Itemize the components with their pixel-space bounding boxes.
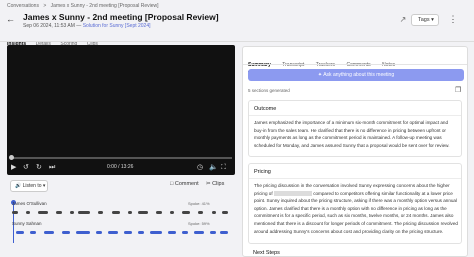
fullscreen-icon[interactable]: ⛶ (221, 163, 226, 172)
speaker-track-sunny[interactable] (12, 231, 230, 235)
talk-segment (150, 231, 162, 234)
clips-button[interactable]: ✂ Clips (206, 181, 224, 187)
talk-segment (96, 231, 102, 234)
speaker-stat-sunny: Spoke: 59% (188, 221, 210, 226)
more-icon[interactable]: ⋮ (446, 14, 460, 26)
talk-segment (44, 231, 54, 234)
chevron-down-icon: ▾ (42, 183, 46, 189)
talk-segment (26, 211, 30, 214)
share-icon[interactable]: ↗ (398, 14, 408, 26)
talk-segment (76, 231, 90, 234)
volume-icon[interactable]: 🔈 (209, 163, 218, 172)
talk-segment (170, 211, 174, 214)
talk-segment (220, 231, 228, 234)
scissors-icon: ✂ (206, 181, 211, 187)
talk-segment (38, 211, 48, 214)
speaker-stat-james: Spoke: 41% (188, 201, 210, 206)
page-title: James x Sunny - 2nd meeting [Proposal Re… (23, 12, 219, 22)
talk-segment (16, 231, 24, 234)
talk-segment (156, 211, 162, 214)
talk-segment (12, 211, 18, 214)
section-card-outcome: Outcome James emphasized the importance … (248, 100, 462, 157)
talk-segment (194, 231, 204, 234)
subline-separator: — (76, 23, 82, 29)
play-icon[interactable]: ▶ (11, 163, 16, 172)
speaker-icon: 🔊 (15, 183, 22, 189)
section-card-pricing: Pricing The pricing discussion in the co… (248, 163, 462, 244)
talk-segment (78, 211, 90, 214)
comment-icon: □ (170, 181, 174, 187)
video-player[interactable]: ▶ ↺ ↻ ⏭ 0:00 / 13:26 ◷ 🔈 ⛶ (7, 45, 235, 175)
section-body: The pricing discussion in the conversati… (254, 182, 458, 235)
section-title-next-steps: Next Steps (253, 250, 280, 256)
listen-label: Listen to (22, 183, 42, 189)
video-progress-bar[interactable] (9, 155, 232, 160)
tags-dropdown[interactable]: Tags ▾ (411, 14, 439, 26)
panel-tabs-divider (243, 64, 467, 65)
speaker-name-james: James O'Sullivan (12, 201, 47, 206)
forward-icon[interactable]: ↻ (36, 163, 42, 172)
video-time: 0:00 / 13:26 (107, 164, 134, 170)
breadcrumb-conversations[interactable]: Conversations (7, 3, 39, 9)
talk-segment (182, 211, 190, 214)
ask-label: Ask anything about this meeting (323, 72, 395, 78)
speaker-name-sunny: Sunny Sahnan (12, 221, 42, 226)
talk-segment (98, 211, 103, 214)
talk-segment (222, 211, 228, 214)
section-divider (249, 178, 461, 179)
chevron-down-icon: ▾ (431, 17, 434, 23)
breadcrumb: Conversations > James x Sunny - 2nd meet… (7, 3, 162, 9)
deal-link[interactable]: Solution for Sunny [Sept 2024] (83, 23, 151, 29)
breadcrumb-separator: > (43, 3, 47, 9)
section-divider (249, 115, 461, 116)
talk-segment (128, 211, 132, 214)
talk-segment (138, 211, 148, 214)
skip-icon[interactable]: ⏭ (49, 163, 55, 172)
breadcrumb-current: James x Sunny - 2nd meeting [Proposal Re… (50, 3, 159, 9)
talk-segment (210, 231, 216, 234)
section-title: Pricing (254, 169, 271, 175)
talk-segment (112, 211, 120, 214)
speaker-track-james[interactable] (12, 211, 230, 215)
talk-segment (70, 211, 74, 214)
meeting-date: Sep 06 2024, 11:53 AM (23, 23, 75, 29)
talk-segment (182, 231, 188, 234)
talk-segment (198, 211, 203, 214)
summary-panel: Summary Transcript Trackers Comments Not… (242, 46, 468, 257)
comment-button[interactable]: □ Comment (170, 181, 199, 187)
section-body: James emphasized the importance of a min… (254, 120, 450, 148)
talk-segment (62, 231, 70, 234)
ask-ai-button[interactable]: ✦ Ask anything about this meeting (248, 69, 464, 81)
speed-icon[interactable]: ◷ (197, 163, 203, 172)
meeting-subline: Sep 06 2024, 11:53 AM — Solution for Sun… (23, 23, 151, 29)
talk-segment (108, 231, 118, 234)
talk-segment (168, 231, 176, 234)
section-body-part: compared to competitors offering similar… (254, 190, 458, 234)
listen-to-dropdown[interactable]: 🔊 Listen to ▾ (10, 180, 48, 192)
tabs-divider (0, 41, 474, 42)
progress-handle[interactable] (9, 155, 14, 160)
talk-segment (30, 231, 36, 234)
back-arrow-icon[interactable]: ← (6, 14, 16, 24)
section-title: Outcome (254, 106, 277, 112)
rewind-icon[interactable]: ↺ (23, 163, 29, 172)
talk-segment (138, 231, 144, 234)
talk-segment (124, 231, 132, 234)
comment-label: Comment (174, 181, 199, 187)
talk-segment (212, 211, 216, 214)
tags-label: Tags (418, 17, 430, 23)
talk-segment (56, 211, 62, 214)
redacted-text (273, 190, 312, 196)
sections-generated: 5 sections generated (248, 88, 290, 93)
copy-icon[interactable]: ❐ (455, 86, 461, 94)
top-bar: Conversations > James x Sunny - 2nd meet… (0, 0, 474, 50)
clips-label: Clips (212, 181, 225, 187)
sparkle-icon: ✦ (317, 72, 323, 78)
